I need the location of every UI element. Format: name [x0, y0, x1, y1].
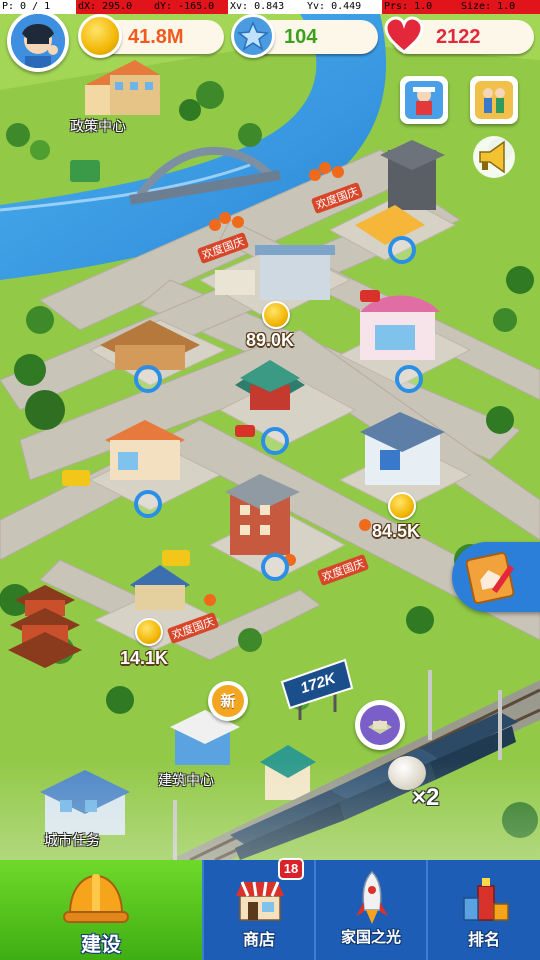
- collect-ring[interactable]: [395, 365, 423, 393]
- debug-dx: dX: 295.0: [76, 0, 152, 14]
- heart-icon: [382, 14, 426, 58]
- train-multiplier: ×2: [412, 784, 440, 811]
- ranking-podium-icon: [462, 876, 510, 924]
- debug-yv: Yv: 0.449: [305, 0, 382, 14]
- event-icon: [405, 81, 443, 119]
- tab-shop[interactable]: 商店 18: [202, 858, 314, 960]
- megaphone-icon: [473, 136, 515, 178]
- policy-center-label[interactable]: 政策中心: [70, 116, 126, 136]
- debug-dy: dY: -165.0: [152, 0, 228, 14]
- player-avatar-button[interactable]: [7, 10, 69, 72]
- shop-icon: [234, 878, 286, 924]
- announcement-button[interactable]: [470, 134, 518, 180]
- debug-xv: Xv: 0.843: [228, 0, 305, 14]
- tab-home-light-label: 家国之光: [340, 928, 401, 946]
- event-button-1[interactable]: [400, 76, 448, 124]
- rocket-icon: [354, 870, 390, 926]
- income-amount: 84.5K: [372, 521, 421, 541]
- heart-amount: 2122: [436, 26, 481, 48]
- task-book-icon: [464, 550, 522, 604]
- income-amount: 89.0K: [246, 330, 295, 350]
- income-coin-icon[interactable]: [135, 618, 163, 646]
- event-icon: [475, 81, 513, 119]
- build-request-bubble[interactable]: [355, 700, 405, 750]
- star-icon: [231, 14, 275, 58]
- collect-ring[interactable]: [134, 365, 162, 393]
- tab-ranking[interactable]: 排名: [426, 860, 540, 960]
- city-tasks-label[interactable]: 城市任务: [44, 830, 100, 850]
- new-badge-text: 新: [212, 685, 244, 717]
- collect-ring[interactable]: [261, 427, 289, 455]
- income-amount: 14.1K: [120, 648, 169, 668]
- debug-pressure: Prs: 1.0: [382, 0, 459, 14]
- tab-build-label: 建设: [81, 932, 121, 956]
- building-center-label[interactable]: 建筑中心: [158, 770, 214, 790]
- income-coin-icon[interactable]: [262, 301, 290, 329]
- star-amount: 104: [284, 26, 318, 48]
- collect-ring[interactable]: [134, 490, 162, 518]
- shop-badge: 18: [278, 858, 304, 880]
- event-button-2[interactable]: [470, 76, 518, 124]
- tab-home-light[interactable]: 家国之光: [314, 860, 426, 960]
- income-coin-icon[interactable]: [388, 492, 416, 520]
- player-avatar-icon: [11, 14, 65, 68]
- bottom-nav: 建设 商店 18 家国之光 排名: [0, 858, 540, 960]
- collect-ring[interactable]: [261, 553, 289, 581]
- tab-build[interactable]: 建设: [0, 860, 202, 960]
- collect-ring[interactable]: [388, 236, 416, 264]
- debug-pointer: P: 0 / 1: [0, 0, 76, 14]
- gold-amount: 41.8M: [128, 26, 184, 48]
- hard-hat-icon: [62, 870, 130, 928]
- new-badge[interactable]: 新: [208, 681, 248, 721]
- task-book-button[interactable]: [452, 542, 540, 612]
- debug-size: Size: 1.0: [459, 0, 540, 14]
- building-icon: [360, 705, 400, 745]
- tab-shop-label: 商店: [242, 930, 275, 949]
- debug-overlay: P: 0 / 1 dX: 295.0 dY: -165.0 Xv: 0.843 …: [0, 0, 540, 14]
- tab-ranking-label: 排名: [467, 930, 500, 949]
- gold-coin-icon: [78, 14, 122, 58]
